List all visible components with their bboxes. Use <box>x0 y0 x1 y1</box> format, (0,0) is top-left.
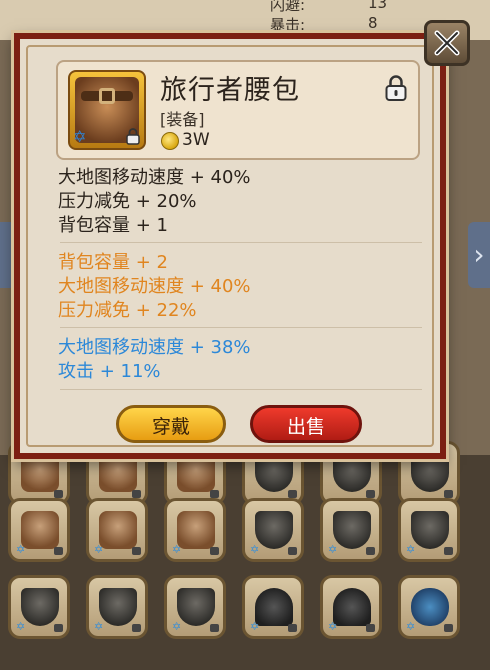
shield-icon <box>333 511 371 549</box>
star-icon: ✡ <box>172 543 182 556</box>
next-arrow[interactable]: › <box>468 222 490 288</box>
inventory-slot[interactable]: ✡ <box>320 498 382 562</box>
shield-icon <box>177 588 215 626</box>
lock-icon <box>210 624 219 632</box>
star-icon: ✡ <box>172 620 182 633</box>
lock-icon <box>54 490 63 498</box>
lock-icon <box>444 547 453 555</box>
lock-icon <box>132 490 141 498</box>
lock-icon <box>132 547 141 555</box>
lock-icon <box>444 624 453 632</box>
star-icon: ✡ <box>250 543 260 556</box>
helm-icon <box>255 588 293 626</box>
lock-icon <box>210 547 219 555</box>
shield-icon <box>333 454 371 492</box>
inventory-slot[interactable]: ✡ <box>398 575 460 639</box>
close-icon <box>434 30 460 56</box>
stat-label: 暴击: <box>270 16 306 34</box>
shield-icon <box>411 511 449 549</box>
inventory-slot[interactable]: ✡ <box>8 575 70 639</box>
star-icon: ✡ <box>328 543 338 556</box>
item-type: [装备] <box>160 110 205 129</box>
item-icon[interactable]: ✡ <box>68 70 146 150</box>
equip-button[interactable]: 穿戴 <box>116 405 226 443</box>
item-name: 旅行者腰包 <box>160 75 300 106</box>
lock-icon <box>366 490 375 498</box>
star-icon: ✡ <box>250 620 260 633</box>
bag-icon <box>177 511 215 549</box>
attribute-line: 攻击 + 11% <box>58 361 161 382</box>
attribute-line: 压力减免 + 20% <box>58 191 197 212</box>
bag-icon <box>21 454 59 492</box>
lock-icon <box>288 547 297 555</box>
lock-icon <box>132 624 141 632</box>
star-icon: ✡ <box>406 620 416 633</box>
orange-attributes: 背包容量 + 2 大地图移动速度 + 40% 压力减免 + 22% <box>58 251 420 323</box>
star-icon: ✡ <box>94 543 104 556</box>
stat-value: 13 <box>368 0 388 12</box>
bag-buckle <box>99 88 115 104</box>
star-icon: ✡ <box>16 543 26 556</box>
stat-crit: 暴击: 8 <box>270 14 410 35</box>
sell-button[interactable]: 出售 <box>250 405 362 443</box>
star-icon: ✡ <box>94 620 104 633</box>
bag-icon <box>99 511 137 549</box>
inventory-slot[interactable]: ✡ <box>164 575 226 639</box>
shield-icon <box>411 454 449 492</box>
star-icon: ✡ <box>73 127 87 146</box>
coin-icon <box>161 132 179 150</box>
divider <box>60 389 422 390</box>
shield-icon <box>255 511 293 549</box>
stat-label: 闪避: <box>270 0 306 14</box>
shield-icon <box>255 454 293 492</box>
inventory-slot[interactable]: ✡ <box>320 575 382 639</box>
bag-icon <box>177 454 215 492</box>
lock-icon <box>444 490 453 498</box>
inventory-slot[interactable]: ✡ <box>8 498 70 562</box>
attribute-line: 背包容量 + 1 <box>58 215 168 236</box>
lock-icon <box>54 624 63 632</box>
stat-dodge: 闪避: 13 <box>270 0 410 15</box>
attribute-line: 大地图移动速度 + 40% <box>58 276 251 297</box>
inventory-slot[interactable]: ✡ <box>164 498 226 562</box>
attribute-line: 大地图移动速度 + 40% <box>58 167 251 188</box>
lock-icon <box>54 547 63 555</box>
lock-icon <box>366 547 375 555</box>
shield-icon <box>21 588 59 626</box>
base-attributes: 大地图移动速度 + 40% 压力减免 + 20% 背包容量 + 1 <box>58 166 420 238</box>
inventory-grid: ✡ ✡ ✡ ✡ ✡ ✡ ✡ ✡ ✡ ✡ ✡ ✡ <box>0 441 490 670</box>
divider <box>60 242 422 243</box>
inventory-slot[interactable]: ✡ <box>86 575 148 639</box>
attribute-line: 背包容量 + 2 <box>58 252 168 273</box>
lock-icon <box>288 490 297 498</box>
bag-icon <box>99 454 137 492</box>
close-button[interactable] <box>424 20 470 66</box>
bag-icon <box>21 511 59 549</box>
inventory-slot[interactable]: ✡ <box>242 575 304 639</box>
attribute-line: 大地图移动速度 + 38% <box>58 337 251 358</box>
item-price: 3W <box>182 130 210 150</box>
lock-toggle-icon[interactable] <box>384 74 408 102</box>
star-icon: ✡ <box>16 620 26 633</box>
star-icon: ✡ <box>328 620 338 633</box>
item-header: ✡ 旅行者腰包 [装备] 3W <box>56 60 420 160</box>
inventory-slot[interactable]: ✡ <box>242 498 304 562</box>
item-detail-popup: ✡ 旅行者腰包 [装备] 3W 大地图移动速度 + 40% 压力减免 + 20%… <box>14 33 446 459</box>
star-icon: ✡ <box>406 543 416 556</box>
inventory-slot[interactable]: ✡ <box>86 498 148 562</box>
inventory-slot[interactable]: ✡ <box>398 498 460 562</box>
helm-icon <box>333 588 371 626</box>
blue-helm-icon <box>411 588 449 626</box>
attribute-line: 压力减免 + 22% <box>58 300 197 321</box>
lock-icon <box>210 490 219 498</box>
divider <box>60 327 422 328</box>
lock-icon <box>366 624 375 632</box>
blue-attributes: 大地图移动速度 + 38% 攻击 + 11% <box>58 336 420 384</box>
lock-icon <box>126 128 140 145</box>
stat-value: 8 <box>368 14 378 32</box>
lock-icon <box>288 624 297 632</box>
shield-icon <box>99 588 137 626</box>
